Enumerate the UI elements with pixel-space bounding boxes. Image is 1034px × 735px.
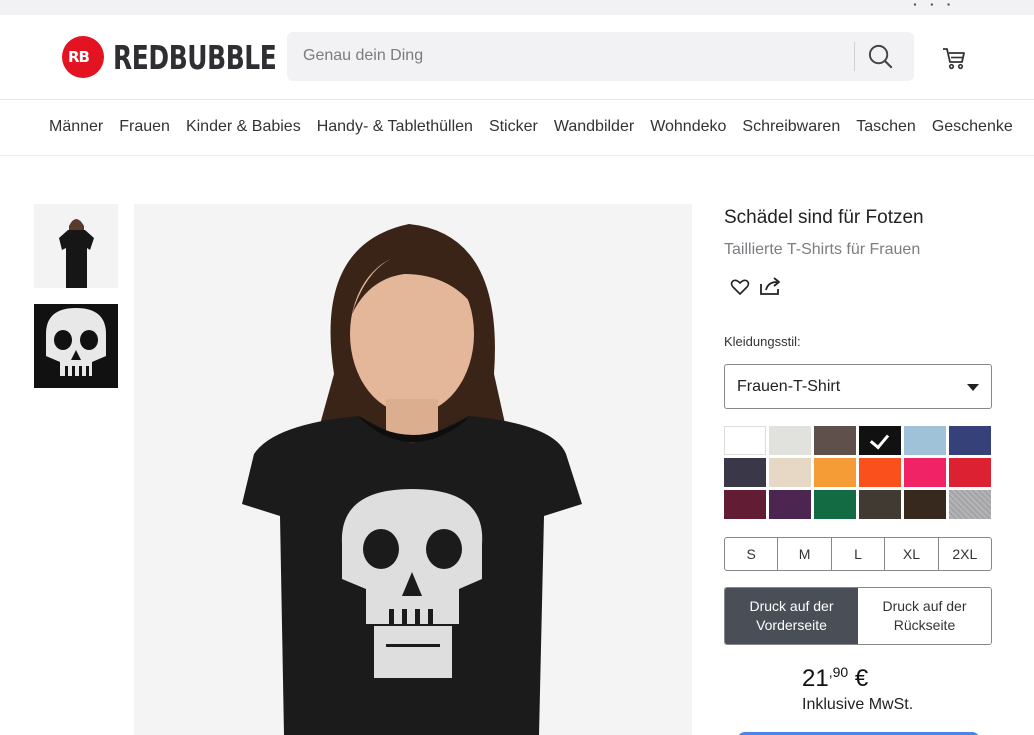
color-swatches [724,426,991,519]
color-swatch[interactable] [769,426,811,455]
top-utility-strip: ▪▪▪ [0,0,1034,15]
nav-item-wohndeko[interactable]: Wohndeko [650,118,726,136]
price-main: 21 [802,665,829,692]
size-l[interactable]: L [830,538,884,570]
color-swatch[interactable] [769,490,811,519]
price-currency: € [854,665,869,692]
color-swatch[interactable] [814,490,856,519]
nav-item-wandbilder[interactable]: Wandbilder [554,118,634,136]
style-select[interactable]: Frauen-T-Shirt [724,364,992,409]
size-m[interactable]: M [777,538,830,570]
product-title: Schädel sind für Fotzen [724,207,924,228]
nav-item-maenner[interactable]: Männer [49,118,103,136]
size-xl[interactable]: XL [884,538,937,570]
nav-item-geschenke[interactable]: Geschenke [932,118,1013,136]
print-front-option[interactable]: Druck auf der Vorderseite [725,588,858,644]
color-swatch[interactable] [724,490,766,519]
search-divider [854,42,855,71]
color-swatch[interactable] [724,458,766,487]
back-view-image [34,204,118,288]
skull-design-image [34,304,118,388]
style-label: Kleidungsstil: [724,334,801,349]
nav-item-kinder-babies[interactable]: Kinder & Babies [186,118,301,136]
color-swatch[interactable] [949,458,991,487]
product-subtitle[interactable]: Taillierte T-Shirts für Frauen [724,241,920,259]
logo-mark-icon: RB [62,36,104,78]
color-swatch[interactable] [859,458,901,487]
size-selector: S M L XL 2XL [724,537,992,571]
redbubble-logo[interactable]: RB REDBUBBLE [62,36,307,78]
caret-down-icon [967,384,979,391]
color-swatch[interactable] [814,426,856,455]
color-swatch[interactable] [859,426,901,455]
main-product-image[interactable] [134,204,692,735]
size-s[interactable]: S [725,538,777,570]
search-bar [287,32,914,81]
print-side-selector: Druck auf der Vorderseite Druck auf der … [724,587,992,645]
heart-icon[interactable] [730,278,750,296]
site-header: RB REDBUBBLE [0,15,1034,100]
color-swatch[interactable] [904,490,946,519]
search-icon[interactable] [867,43,894,70]
nav-item-frauen[interactable]: Frauen [119,118,170,136]
color-swatch[interactable] [904,426,946,455]
logo-mark-text: RB [68,48,90,66]
color-swatch[interactable] [949,426,991,455]
color-swatch[interactable] [724,426,766,455]
nav-item-taschen[interactable]: Taschen [856,118,916,136]
size-2xl[interactable]: 2XL [937,538,991,570]
nav-item-handy-tablethuellen[interactable]: Handy- & Tablethüllen [317,118,473,136]
color-swatch[interactable] [814,458,856,487]
thumbnail-design[interactable] [34,304,118,388]
style-select-value: Frauen-T-Shirt [737,378,841,395]
utility-icons: ▪▪▪ [913,0,964,9]
model-wearing-shirt-image [134,204,692,735]
nav-item-sticker[interactable]: Sticker [489,118,538,136]
color-swatch[interactable] [769,458,811,487]
thumbnail-back-view[interactable] [34,204,118,288]
cart-icon[interactable] [941,45,967,71]
logo-wordmark: REDBUBBLE [113,37,277,77]
color-swatch[interactable] [859,490,901,519]
category-nav: Männer Frauen Kinder & Babies Handy- & T… [0,100,1034,156]
nav-item-schreibwaren[interactable]: Schreibwaren [742,118,840,136]
share-icon[interactable] [759,276,783,296]
color-swatch[interactable] [949,490,991,519]
tax-note: Inklusive MwSt. [802,696,914,713]
price: 21,90 € [802,664,868,693]
search-input[interactable] [303,44,843,68]
print-back-option[interactable]: Druck auf der Rückseite [858,588,991,644]
price-cents: ,90 [828,664,849,680]
color-swatch[interactable] [904,458,946,487]
